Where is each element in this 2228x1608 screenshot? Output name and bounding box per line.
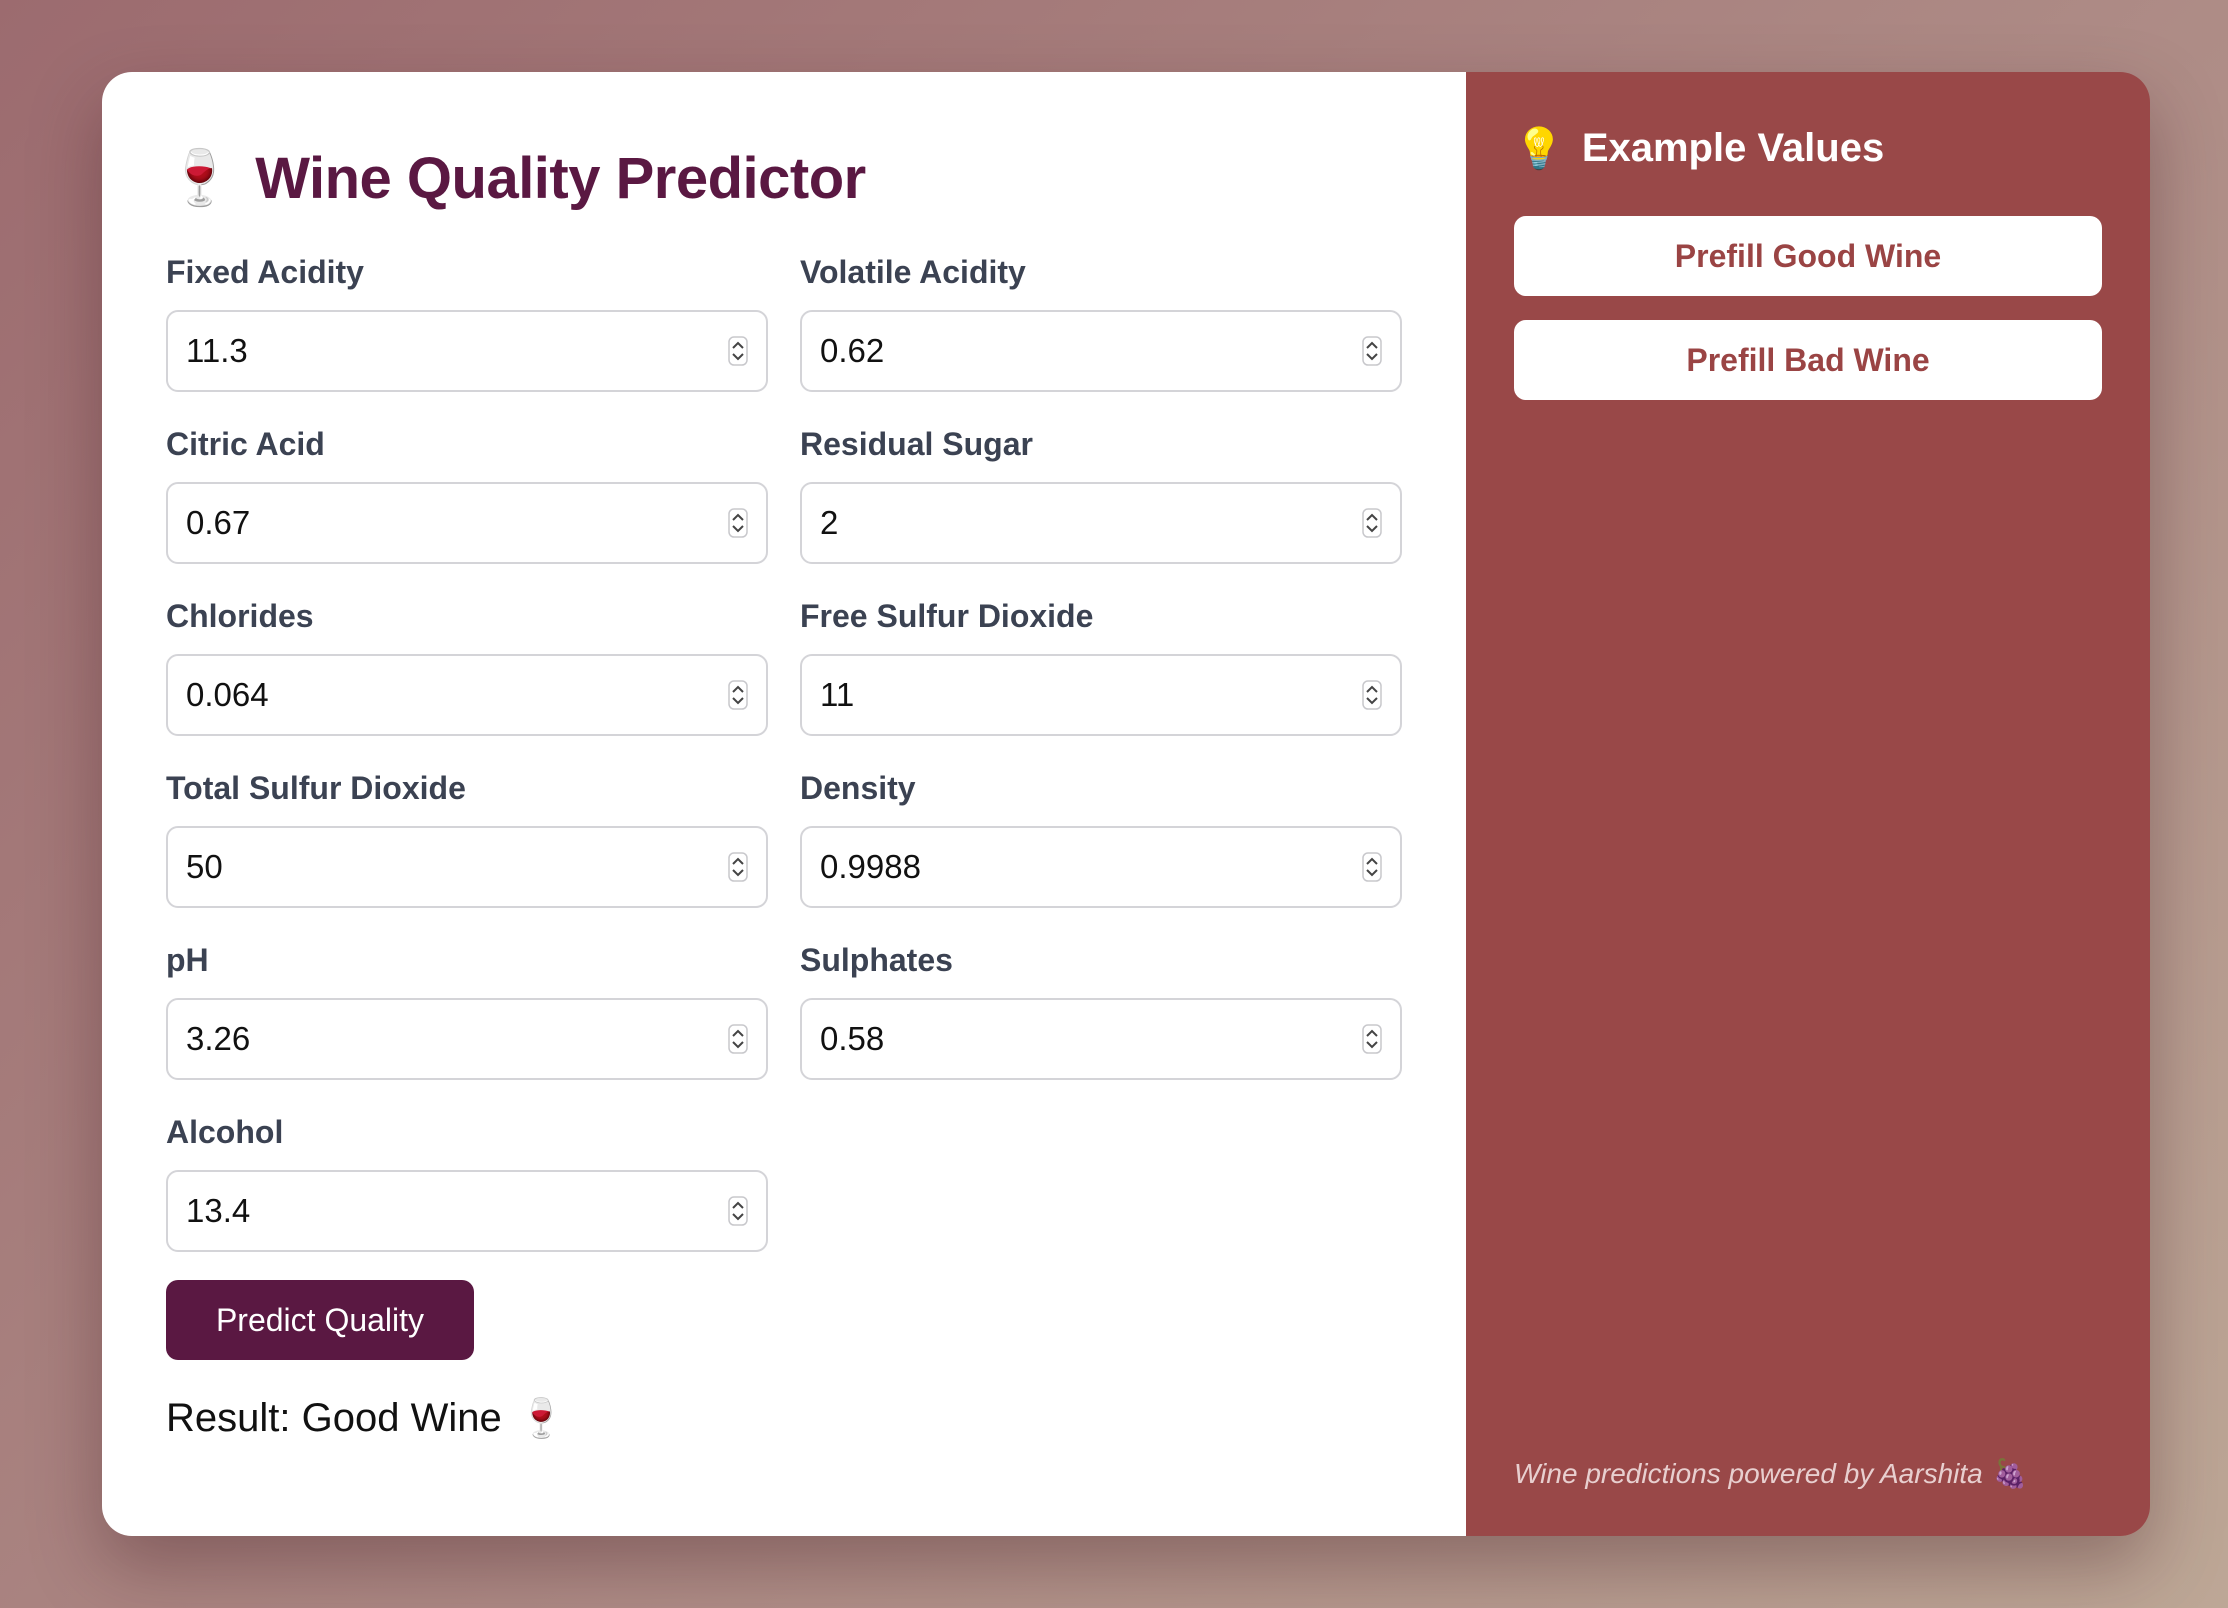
spinner-icon[interactable]	[728, 508, 748, 538]
field-label: pH	[166, 942, 209, 978]
spinner-icon[interactable]	[728, 1196, 748, 1226]
ph-input[interactable]: 3.26	[166, 998, 768, 1080]
result-text: Result: Good Wine	[166, 1396, 502, 1440]
alcohol-input[interactable]: 13.4	[166, 1170, 768, 1252]
field-label: Citric Acid	[166, 426, 325, 462]
footer-credit: Wine predictions powered by Aarshita 🍇	[1514, 1457, 2028, 1490]
field-label: Volatile Acidity	[800, 254, 1026, 290]
spinner-icon[interactable]	[728, 336, 748, 366]
input-value: 0.9988	[820, 848, 921, 885]
spinner-icon[interactable]	[728, 680, 748, 710]
input-value: 0.58	[820, 1020, 885, 1057]
volatile-acidity-input[interactable]: 0.62	[800, 310, 1402, 392]
sidebar-title: Example Values	[1581, 125, 1885, 170]
sulphates-input[interactable]: 0.58	[800, 998, 1402, 1080]
prefill-bad-wine-button[interactable]: Prefill Bad Wine	[1514, 320, 2102, 400]
field-label: Sulphates	[800, 942, 953, 978]
spinner-icon[interactable]	[1362, 1024, 1382, 1054]
input-value: 0.62	[820, 332, 885, 369]
free-sulfur-dioxide-input[interactable]: 11	[800, 654, 1402, 736]
predictor-panel: 🍷 Wine Quality Predictor Fixed Acidity 1…	[102, 72, 1466, 1536]
input-value: 50	[186, 848, 223, 885]
input-value: 0.064	[186, 676, 269, 713]
field-density: Density 0.9988	[800, 766, 1402, 938]
field-label: Alcohol	[166, 1114, 284, 1150]
result-display: Result: Good Wine 🍷	[166, 1396, 1402, 1441]
field-total-sulfur-dioxide: Total Sulfur Dioxide 50	[166, 766, 768, 938]
spinner-icon[interactable]	[1362, 852, 1382, 882]
field-ph: pH 3.26	[166, 938, 768, 1110]
header: 🍷 Wine Quality Predictor	[166, 136, 1402, 220]
field-residual-sugar: Residual Sugar 2	[800, 422, 1402, 594]
field-citric-acid: Citric Acid 0.67	[166, 422, 768, 594]
input-value: 13.4	[186, 1192, 251, 1229]
input-value: 11	[820, 676, 855, 713]
wine-glass-icon: 🍷	[166, 148, 234, 208]
density-input[interactable]: 0.9988	[800, 826, 1402, 908]
main-card: 🍷 Wine Quality Predictor Fixed Acidity 1…	[102, 72, 2150, 1536]
spinner-icon[interactable]	[1362, 336, 1382, 366]
field-label: Chlorides	[166, 598, 314, 634]
field-label: Total Sulfur Dioxide	[166, 770, 466, 806]
input-form: Fixed Acidity 11.3 Volatile Acidity 0.62…	[166, 250, 1402, 1282]
input-value: 0.67	[186, 504, 251, 541]
page-title: Wine Quality Predictor	[255, 145, 866, 211]
spinner-icon[interactable]	[1362, 508, 1382, 538]
input-value: 3.26	[186, 1020, 251, 1057]
citric-acid-input[interactable]: 0.67	[166, 482, 768, 564]
spinner-icon[interactable]	[728, 1024, 748, 1054]
predict-quality-button[interactable]: Predict Quality	[166, 1280, 474, 1360]
prefill-good-wine-button[interactable]: Prefill Good Wine	[1514, 216, 2102, 296]
lightbulb-icon: 💡	[1514, 126, 1564, 171]
wine-glass-icon: 🍷	[517, 1397, 566, 1440]
total-sulfur-dioxide-input[interactable]: 50	[166, 826, 768, 908]
field-label: Residual Sugar	[800, 426, 1033, 462]
field-chlorides: Chlorides 0.064	[166, 594, 768, 766]
field-volatile-acidity: Volatile Acidity 0.62	[800, 250, 1402, 422]
input-value: 11.3	[186, 332, 248, 369]
input-value: 2	[820, 504, 839, 541]
field-label: Fixed Acidity	[166, 254, 364, 290]
residual-sugar-input[interactable]: 2	[800, 482, 1402, 564]
footer-text: Wine predictions powered by Aarshita	[1514, 1457, 1983, 1489]
field-label: Density	[800, 770, 916, 806]
field-alcohol: Alcohol 13.4	[166, 1110, 768, 1282]
example-values-sidebar: 💡 Example Values Prefill Good Wine Prefi…	[1466, 72, 2150, 1536]
field-free-sulfur-dioxide: Free Sulfur Dioxide 11	[800, 594, 1402, 766]
grapes-icon: 🍇	[1992, 1458, 2028, 1489]
field-fixed-acidity: Fixed Acidity 11.3	[166, 250, 768, 422]
spinner-icon[interactable]	[728, 852, 748, 882]
chlorides-input[interactable]: 0.064	[166, 654, 768, 736]
field-sulphates: Sulphates 0.58	[800, 938, 1402, 1110]
fixed-acidity-input[interactable]: 11.3	[166, 310, 768, 392]
spinner-icon[interactable]	[1362, 680, 1382, 710]
sidebar-header: 💡 Example Values	[1514, 120, 2102, 176]
field-label: Free Sulfur Dioxide	[800, 598, 1094, 634]
